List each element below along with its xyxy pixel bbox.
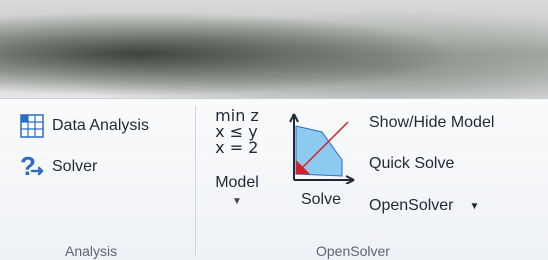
opensolver-menu-label: OpenSolver — [369, 197, 454, 214]
solver-label: Solver — [52, 158, 98, 175]
excel-ribbon-screen: Data Analysis ? Solver Analysis min z x … — [0, 0, 548, 260]
data-analysis-button[interactable]: Data Analysis — [18, 112, 149, 140]
model-math-icon: min z x ≤ y x = 2 — [215, 108, 259, 156]
model-button[interactable]: min z x ≤ y x = 2 Model ▼ — [207, 108, 267, 208]
solver-question-icon: ? — [18, 153, 46, 181]
quick-solve-button[interactable]: Quick Solve — [369, 155, 454, 173]
opensolver-dropdown-caret[interactable]: ▼ — [470, 201, 480, 212]
model-label: Model — [215, 174, 259, 191]
show-hide-model-label: Show/Hide Model — [369, 114, 495, 131]
show-hide-model-button[interactable]: Show/Hide Model — [369, 114, 494, 132]
data-analysis-icon — [18, 112, 46, 140]
quick-solve-label: Quick Solve — [369, 155, 455, 172]
background-photo — [0, 0, 548, 98]
solve-icon — [286, 108, 356, 189]
solve-label: Solve — [300, 191, 342, 208]
svg-text:?: ? — [20, 153, 36, 181]
data-analysis-label: Data Analysis — [52, 117, 149, 134]
solver-button[interactable]: ? Solver — [18, 153, 97, 181]
analysis-group-title: Analysis — [65, 243, 118, 259]
group-separator — [195, 106, 196, 256]
opensolver-group-title: OpenSolver — [316, 243, 390, 259]
model-dropdown-caret[interactable]: ▼ — [232, 196, 242, 207]
model-math-line-3: x = 2 — [215, 138, 259, 157]
opensolver-menu-button[interactable]: OpenSolver ▼ — [369, 197, 479, 215]
solve-button[interactable]: Solve — [286, 108, 356, 209]
